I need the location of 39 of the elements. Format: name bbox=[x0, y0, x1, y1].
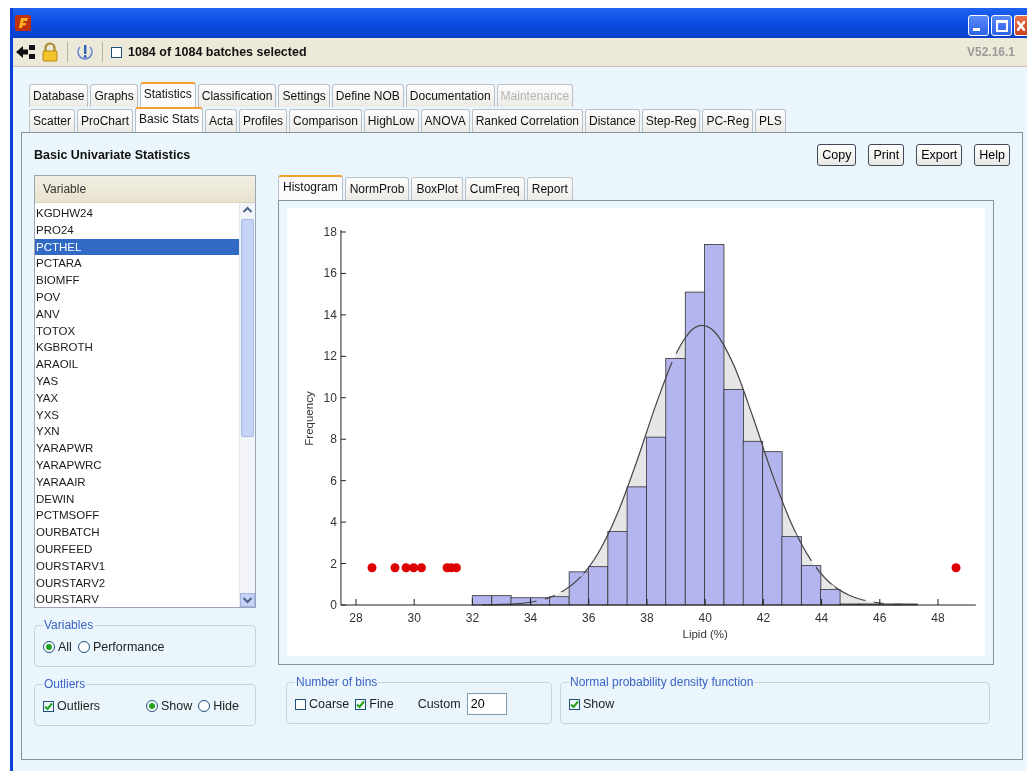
option-label: Coarse bbox=[309, 697, 350, 711]
tick-label: 42 bbox=[756, 611, 771, 625]
tick-label: 36 bbox=[582, 611, 596, 625]
tick-label: 28 bbox=[349, 611, 363, 625]
option-label: Hide bbox=[213, 699, 239, 713]
option-label: Outliers bbox=[57, 699, 101, 713]
tick-label: 6 bbox=[330, 473, 337, 488]
tick-label: 2 bbox=[330, 556, 337, 571]
option-label: Show bbox=[583, 697, 615, 711]
field-label: Custom bbox=[417, 697, 461, 711]
tick-label: 0 bbox=[330, 598, 337, 612]
group-title: Outliers bbox=[43, 677, 87, 691]
group-title: Normal probability density function bbox=[569, 675, 755, 689]
option-label: Performance bbox=[92, 640, 165, 654]
option-label: All bbox=[58, 640, 72, 654]
group-title: Number of bins bbox=[295, 675, 379, 689]
tick-label: 34 bbox=[523, 611, 538, 625]
selection-count: 1084 of 1084 batches selected bbox=[128, 45, 307, 59]
tick-label: 12 bbox=[323, 349, 337, 364]
tick-label: 44 bbox=[814, 611, 829, 625]
tick-label: 40 bbox=[698, 611, 712, 625]
tick-label: 14 bbox=[323, 307, 337, 322]
option-label: Show bbox=[161, 699, 193, 713]
version-label: V52.16.1 bbox=[966, 45, 1015, 59]
option-label: Fine bbox=[369, 697, 394, 711]
tick-label: 48 bbox=[931, 611, 945, 625]
tick-label: 16 bbox=[323, 266, 337, 281]
group-title: Variables bbox=[43, 618, 95, 632]
tick-label: 38 bbox=[640, 611, 654, 625]
tick-label: 46 bbox=[873, 611, 887, 625]
tick-label: 18 bbox=[323, 225, 337, 239]
panel-title: Basic Univariate Statistics bbox=[34, 148, 191, 162]
tick-label: 8 bbox=[330, 432, 337, 447]
x-axis-title: Lipid (%) bbox=[682, 628, 728, 640]
tick-label: 10 bbox=[323, 390, 337, 405]
tick-label: 30 bbox=[407, 611, 421, 625]
tick-label: 32 bbox=[465, 611, 480, 625]
y-axis-title: Frequency bbox=[303, 391, 315, 446]
tick-label: 4 bbox=[330, 515, 337, 530]
